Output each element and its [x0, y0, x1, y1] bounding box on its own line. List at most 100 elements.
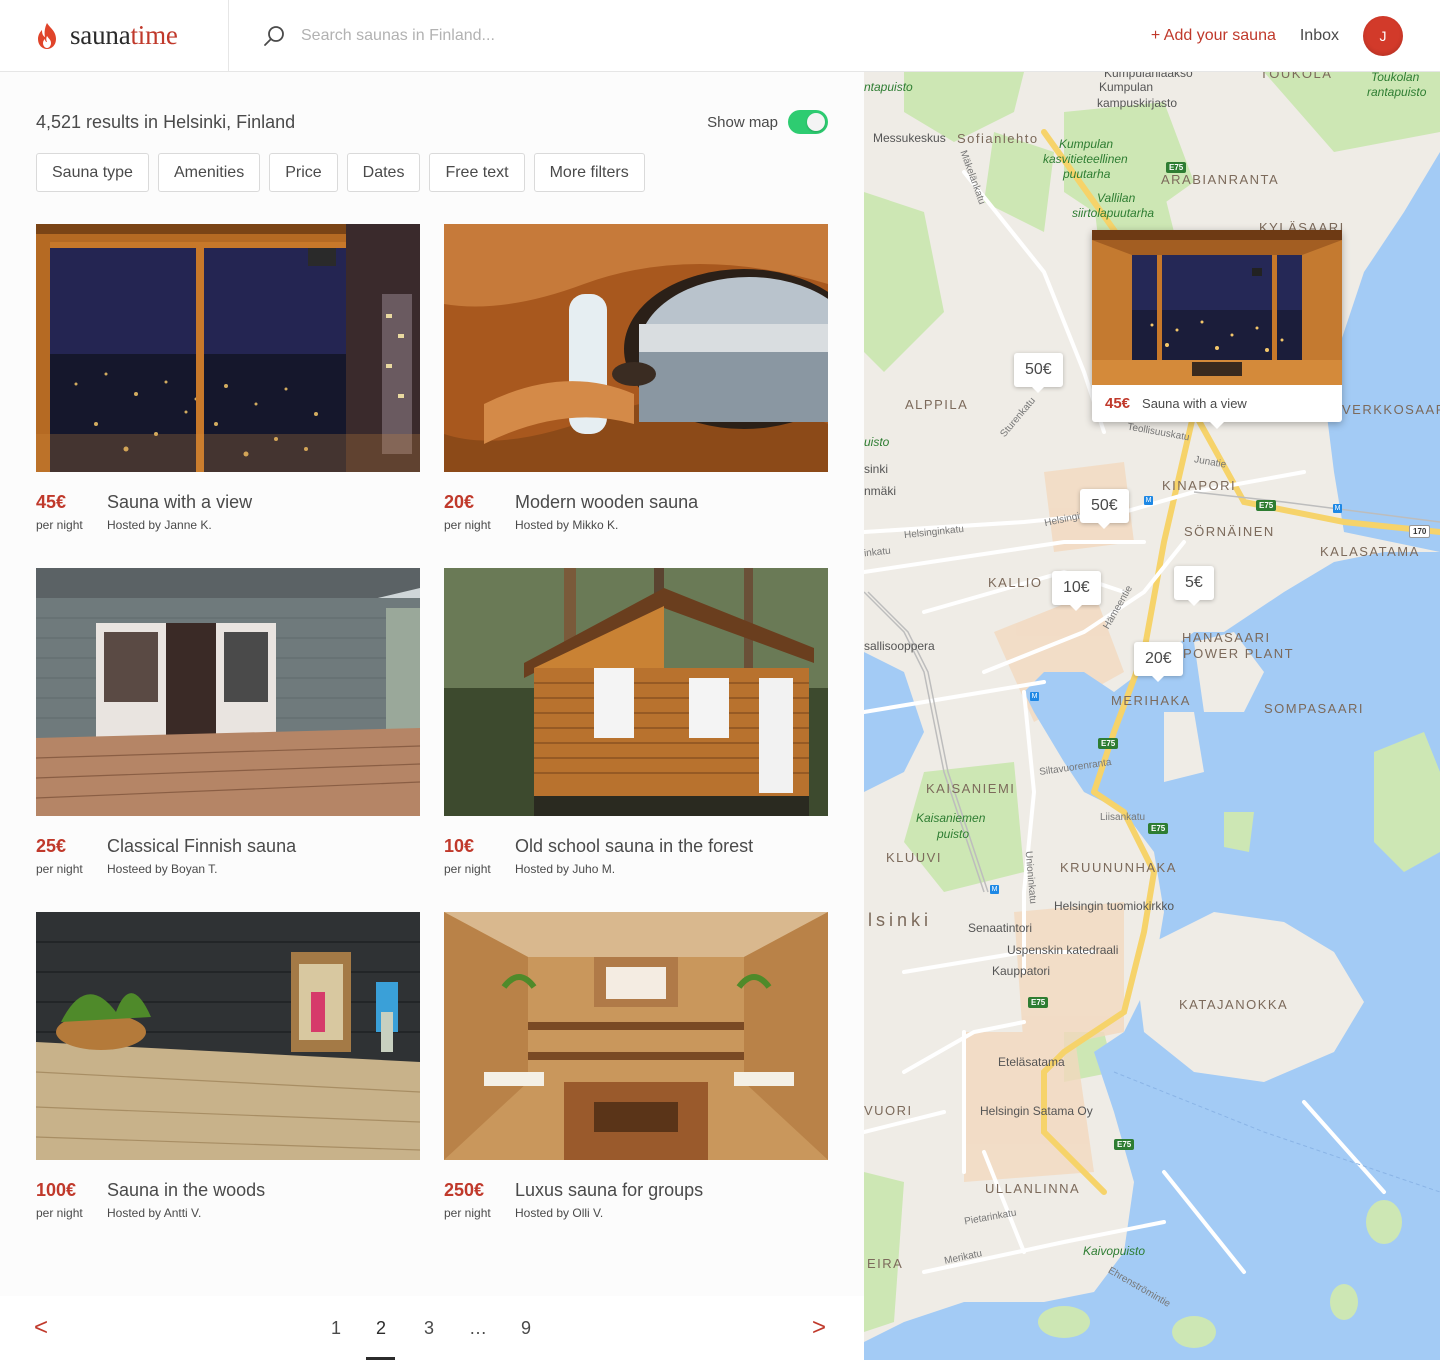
listing-title[interactable]: Sauna with a view	[107, 492, 252, 513]
listing-card[interactable]: 250€ per night Luxus sauna for groups Ho…	[444, 912, 828, 1232]
map-label: Messukeskus	[873, 131, 946, 145]
map-price-pin[interactable]: 50€	[1014, 353, 1063, 393]
map-label: Toukolan	[1371, 72, 1420, 84]
listing-per-night: per night	[36, 862, 83, 876]
next-page-button[interactable]: >	[812, 1314, 826, 1342]
map-price-pin[interactable]: 50€	[1080, 489, 1129, 529]
map-label: sallisooppera	[864, 639, 935, 653]
listing-card[interactable]: 25€ per night Classical Finnish sauna Ho…	[36, 568, 420, 888]
map-label: KALASATAMA	[1320, 544, 1420, 559]
pagination: < 1 2 3 … 9 >	[0, 1296, 864, 1360]
popup-photo[interactable]	[1092, 230, 1342, 385]
listing-title[interactable]: Sauna in the woods	[107, 1180, 265, 1201]
map-label: SÖRNÄINEN	[1184, 524, 1275, 539]
search-bar	[229, 0, 1151, 72]
filter-bar: Sauna type Amenities Price Dates Free te…	[36, 153, 654, 192]
avatar[interactable]: J	[1363, 15, 1403, 56]
filter-free-text[interactable]: Free text	[429, 153, 525, 192]
map-label: puutarha	[1063, 167, 1111, 181]
map-label: Kaivopuisto	[1083, 1244, 1146, 1258]
search-input[interactable]	[301, 26, 721, 45]
logo[interactable]: saunatime	[0, 0, 229, 72]
metro-icon: M	[990, 885, 999, 894]
popup-title[interactable]: Sauna with a view	[1142, 396, 1247, 411]
map-label: kampuskirjasto	[1097, 96, 1178, 110]
map-price-pin[interactable]: 10€	[1052, 571, 1101, 611]
inbox-link[interactable]: Inbox	[1300, 27, 1339, 45]
filter-dates[interactable]: Dates	[346, 153, 421, 192]
listing-host: Hosteed by Boyan T.	[107, 862, 218, 876]
listing-photo[interactable]	[444, 912, 828, 1160]
map-label: KINAPORI	[1162, 478, 1237, 493]
listing-photo[interactable]	[444, 224, 828, 472]
listing-price: 100€	[36, 1180, 77, 1200]
listing-price: 250€	[444, 1180, 485, 1200]
map-label: KALLIO	[988, 575, 1043, 590]
map-price-pin[interactable]: 20€	[1134, 642, 1183, 682]
popup-meta: 45€ Sauna with a view	[1092, 385, 1342, 422]
listing-price: 10€	[444, 836, 475, 856]
listing-card[interactable]: 100€ per night Sauna in the woods Hosted…	[36, 912, 420, 1232]
page-ellipsis: …	[469, 1318, 487, 1338]
listing-per-night: per night	[444, 518, 491, 532]
map-label: KRUUNUNHAKA	[1060, 860, 1177, 875]
filter-price[interactable]: Price	[269, 153, 338, 192]
listing-card[interactable]: 20€ per night Modern wooden sauna Hosted…	[444, 224, 828, 544]
listing-photo[interactable]	[36, 912, 420, 1160]
map-label: ntapuisto	[864, 80, 913, 94]
listing-title[interactable]: Modern wooden sauna	[515, 492, 698, 513]
metro-icon: M	[1333, 504, 1342, 513]
listing-price: 45€	[36, 492, 67, 512]
road-badge: E75	[1148, 823, 1169, 834]
map-panel[interactable]: Kumpulanlaakso Kumpulan kampuskirjasto T…	[864, 72, 1440, 1360]
map-label: Helsingin Satama Oy	[980, 1104, 1093, 1118]
map-label: lsinki	[868, 910, 933, 930]
map-label: Uspenskin katedraali	[1007, 943, 1119, 957]
prev-page-button[interactable]: <	[34, 1314, 48, 1342]
filter-more[interactable]: More filters	[533, 153, 645, 192]
page-3[interactable]: 3	[414, 1318, 444, 1339]
page-1[interactable]: 1	[321, 1318, 351, 1339]
listing-price: 25€	[36, 836, 67, 856]
map-label: kasvitieteellinen	[1043, 152, 1128, 166]
map-label: Kaisaniemen	[916, 811, 986, 825]
listing-photo[interactable]	[36, 224, 420, 472]
listing-title[interactable]: Classical Finnish sauna	[107, 836, 296, 857]
road-badge: E75	[1114, 1139, 1135, 1150]
map-listing-popup[interactable]: 45€ Sauna with a view	[1092, 230, 1342, 429]
results-count-title: 4,521 results in Helsinki, Finland	[36, 111, 296, 132]
search-icon[interactable]	[263, 24, 287, 48]
listing-per-night: per night	[444, 862, 491, 876]
listing-host: Hosted by Olli V.	[515, 1206, 604, 1220]
listing-meta: 250€ per night Luxus sauna for groups Ho…	[444, 1160, 828, 1232]
listing-card[interactable]: 10€ per night Old school sauna in the fo…	[444, 568, 828, 888]
flame-icon	[38, 22, 56, 49]
map-label: Sofianlehto	[957, 131, 1039, 146]
listing-title[interactable]: Luxus sauna for groups	[515, 1180, 703, 1201]
filter-sauna-type[interactable]: Sauna type	[36, 153, 149, 192]
listing-photo[interactable]	[444, 568, 828, 816]
filter-amenities[interactable]: Amenities	[157, 153, 261, 192]
map-label: MERIHAKA	[1111, 693, 1191, 708]
map-label: rantapuisto	[1367, 85, 1427, 99]
listing-meta: 25€ per night Classical Finnish sauna Ho…	[36, 816, 420, 888]
listing-meta: 100€ per night Sauna in the woods Hosted…	[36, 1160, 420, 1232]
map-label: puisto	[937, 827, 970, 841]
listing-photo[interactable]	[36, 568, 420, 816]
road-badge: E75	[1256, 500, 1277, 511]
map-label: Senaatintori	[968, 921, 1033, 935]
map-label: siirtolapuutarha	[1072, 206, 1155, 220]
map-label: TOUKOLA	[1260, 72, 1333, 81]
add-sauna-link[interactable]: + Add your sauna	[1151, 27, 1276, 45]
show-map-toggle[interactable]	[788, 110, 828, 134]
listing-title[interactable]: Old school sauna in the forest	[515, 836, 753, 857]
results-header: 4,521 results in Helsinki, Finland Show …	[36, 110, 828, 134]
page-9[interactable]: 9	[511, 1318, 541, 1339]
map-price-pin[interactable]: 5€	[1174, 566, 1214, 606]
listing-card[interactable]: 45€ per night Sauna with a view Hosted b…	[36, 224, 420, 544]
listing-host: Hosted by Juho M.	[515, 862, 616, 876]
page-2[interactable]: 2	[366, 1318, 396, 1339]
listing-meta: 45€ per night Sauna with a view Hosted b…	[36, 472, 420, 544]
map-label: Kumpulanlaakso	[1104, 72, 1193, 80]
map-label: Eteläsatama	[998, 1055, 1065, 1069]
